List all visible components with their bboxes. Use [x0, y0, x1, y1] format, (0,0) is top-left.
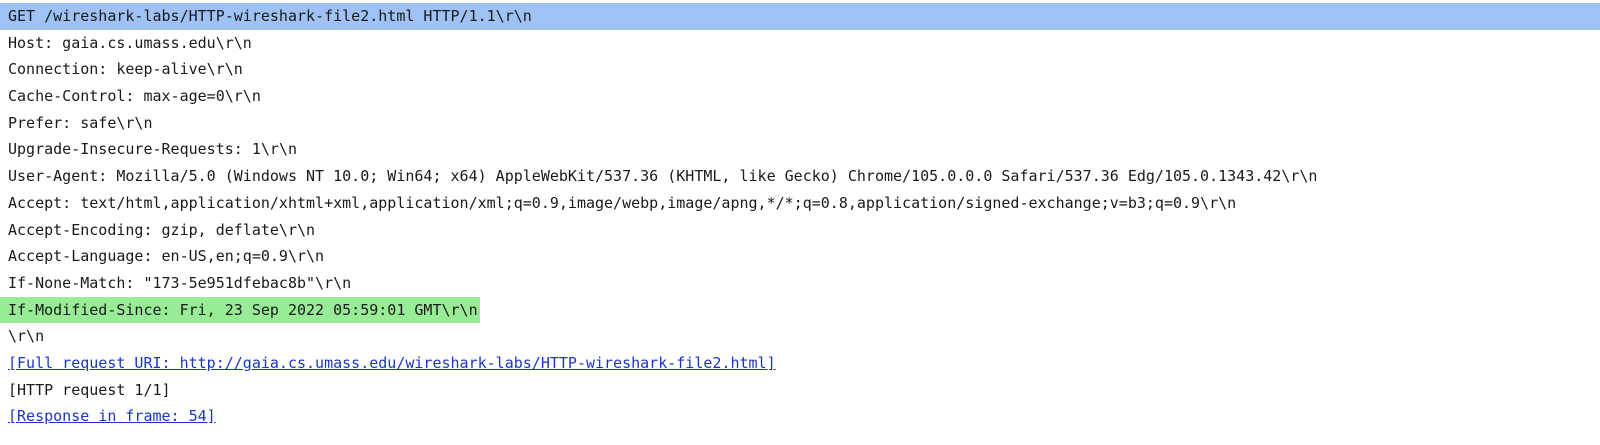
- wireshark-packet-details: { "packet_details": { "lines": [ "GET /w…: [0, 0, 1600, 445]
- response-in-frame-link[interactable]: [Response in frame: 54]: [0, 403, 1600, 430]
- http-request-count-row[interactable]: [HTTP request 1/1]: [0, 377, 1600, 404]
- upgrade-insecure-requests-row[interactable]: Upgrade-Insecure-Requests: 1\r\n: [0, 136, 1600, 163]
- accept-language-header-text: Accept-Language: en-US,en;q=0.9\r\n: [8, 247, 325, 266]
- header-terminator-text: \r\n: [8, 327, 45, 346]
- accept-header-text: Accept: text/html,application/xhtml+xml,…: [8, 193, 1237, 212]
- request-line-text: GET /wireshark-labs/HTTP-wireshark-file2…: [8, 7, 532, 25]
- header-terminator-row[interactable]: \r\n: [0, 323, 1600, 350]
- cache-control-header-text: Cache-Control: max-age=0\r\n: [8, 87, 261, 106]
- accept-encoding-header-text: Accept-Encoding: gzip, deflate\r\n: [8, 220, 316, 239]
- accept-language-header-row[interactable]: Accept-Language: en-US,en;q=0.9\r\n: [0, 243, 1600, 270]
- prefer-header-row[interactable]: Prefer: safe\r\n: [0, 110, 1600, 137]
- prefer-header-text: Prefer: safe\r\n: [8, 113, 153, 132]
- http-request-count-text: [HTTP request 1/1]: [8, 380, 171, 399]
- http-header-tree: GET /wireshark-labs/HTTP-wireshark-file2…: [0, 3, 1600, 430]
- connection-header-text: Connection: keep-alive\r\n: [8, 60, 243, 79]
- if-modified-since-header-text: If-Modified-Since: Fri, 23 Sep 2022 05:5…: [0, 296, 480, 324]
- full-request-uri-link[interactable]: [Full request URI: http://gaia.cs.umass.…: [0, 350, 1600, 377]
- user-agent-header-text: User-Agent: Mozilla/5.0 (Windows NT 10.0…: [8, 167, 1318, 186]
- full-request-uri-text: [Full request URI: http://gaia.cs.umass.…: [8, 353, 776, 372]
- host-header-text: Host: gaia.cs.umass.edu\r\n: [8, 33, 252, 52]
- user-agent-header-row[interactable]: User-Agent: Mozilla/5.0 (Windows NT 10.0…: [0, 163, 1600, 190]
- request-line-row[interactable]: GET /wireshark-labs/HTTP-wireshark-file2…: [0, 3, 1600, 30]
- response-in-frame-text: [Response in frame: 54]: [8, 407, 216, 426]
- accept-header-row[interactable]: Accept: text/html,application/xhtml+xml,…: [0, 190, 1600, 217]
- upgrade-insecure-requests-text: Upgrade-Insecure-Requests: 1\r\n: [8, 140, 297, 159]
- accept-encoding-header-row[interactable]: Accept-Encoding: gzip, deflate\r\n: [0, 217, 1600, 244]
- connection-header-row[interactable]: Connection: keep-alive\r\n: [0, 56, 1600, 83]
- host-header-row[interactable]: Host: gaia.cs.umass.edu\r\n: [0, 30, 1600, 57]
- if-none-match-header-text: If-None-Match: "173-5e951dfebac8b"\r\n: [8, 273, 352, 292]
- if-modified-since-header-row[interactable]: If-Modified-Since: Fri, 23 Sep 2022 05:5…: [0, 296, 1600, 324]
- if-none-match-header-row[interactable]: If-None-Match: "173-5e951dfebac8b"\r\n: [0, 270, 1600, 297]
- cache-control-header-row[interactable]: Cache-Control: max-age=0\r\n: [0, 83, 1600, 110]
